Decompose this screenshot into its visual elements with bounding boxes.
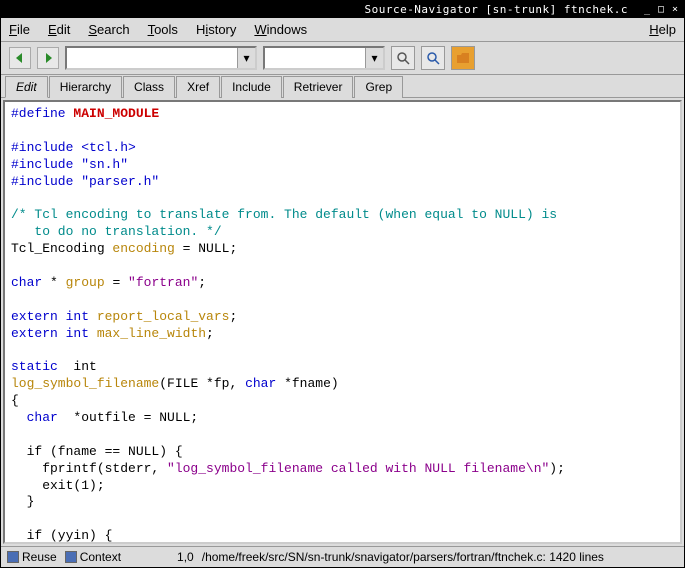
context-toggle[interactable]: Context [65, 550, 121, 564]
filter-input[interactable] [265, 48, 365, 68]
cursor-position: 1,0 [177, 550, 194, 564]
menu-edit[interactable]: Edit [48, 22, 70, 37]
window-title: Source-Navigator [sn-trunk] ftnchek.c [5, 3, 638, 16]
tabbar: Edit Hierarchy Class Xref Include Retrie… [1, 75, 684, 98]
toolbar: ▾ ▾ [1, 42, 684, 75]
checkbox-icon [65, 551, 77, 563]
reuse-toggle[interactable]: Reuse [7, 550, 57, 564]
tab-class[interactable]: Class [123, 76, 175, 98]
chevron-down-icon[interactable]: ▾ [365, 48, 383, 68]
menu-windows[interactable]: Windows [254, 22, 307, 37]
tab-edit[interactable]: Edit [5, 76, 48, 98]
menu-history[interactable]: History [196, 22, 236, 37]
folder-button[interactable] [451, 46, 475, 70]
forward-button[interactable] [37, 47, 59, 69]
back-button[interactable] [9, 47, 31, 69]
tab-include[interactable]: Include [221, 76, 282, 98]
filter-combo[interactable]: ▾ [263, 46, 385, 70]
file-path: /home/freek/src/SN/sn-trunk/snavigator/p… [202, 550, 678, 564]
statusbar: Reuse Context 1,0 /home/freek/src/SN/sn-… [1, 546, 684, 567]
menubar: File Edit Search Tools History Windows H… [1, 18, 684, 42]
menu-help[interactable]: Help [649, 22, 676, 37]
find-button[interactable] [391, 46, 415, 70]
symbol-input[interactable] [67, 48, 237, 68]
close-button[interactable]: × [670, 5, 680, 15]
symbol-combo[interactable]: ▾ [65, 46, 257, 70]
menu-search[interactable]: Search [88, 22, 129, 37]
tab-retriever[interactable]: Retriever [283, 76, 354, 98]
menu-file[interactable]: File [9, 22, 30, 37]
tab-xref[interactable]: Xref [176, 76, 220, 98]
tab-hierarchy[interactable]: Hierarchy [49, 76, 122, 98]
search-button[interactable] [421, 46, 445, 70]
titlebar: Source-Navigator [sn-trunk] ftnchek.c _ … [1, 1, 684, 18]
code-editor[interactable]: #define MAIN_MODULE #include <tcl.h> #in… [3, 100, 682, 544]
tab-grep[interactable]: Grep [354, 76, 403, 98]
menu-tools[interactable]: Tools [148, 22, 178, 37]
checkbox-icon [7, 551, 19, 563]
minimize-button[interactable]: _ [642, 5, 652, 15]
maximize-button[interactable]: □ [656, 5, 666, 15]
chevron-down-icon[interactable]: ▾ [237, 48, 255, 68]
